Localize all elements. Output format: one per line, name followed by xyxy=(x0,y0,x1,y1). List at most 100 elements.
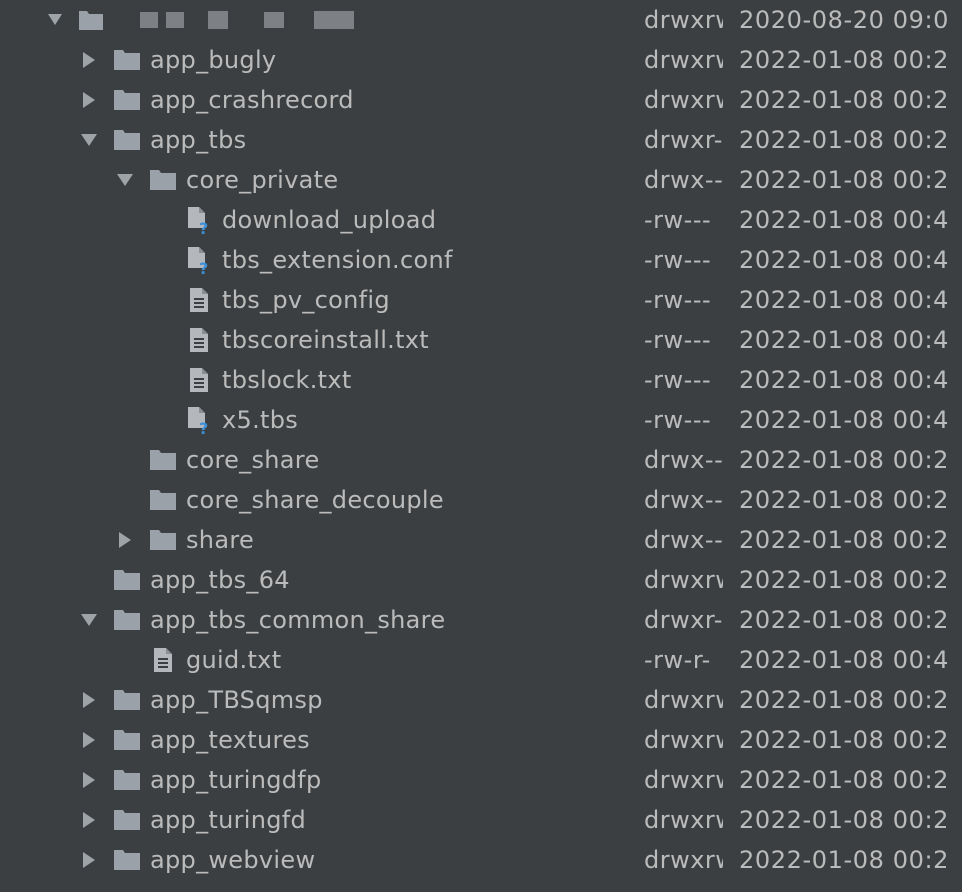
svg-text:?: ? xyxy=(199,259,208,274)
modified-date: 2022-01-08 00:2 xyxy=(739,526,949,554)
chevron-right-icon[interactable] xyxy=(80,811,98,829)
item-name: app_turingdfp xyxy=(150,766,322,794)
item-name: app_crashrecord xyxy=(150,86,354,114)
unknown-file-icon: ? xyxy=(184,406,214,434)
permissions: drwxrw xyxy=(644,686,723,714)
folder-icon xyxy=(148,526,178,554)
tree-row[interactable]: app_tbs_common_share drwxr- 2022-01-08 00:… xyxy=(0,600,962,640)
tree-row-root[interactable]: drwxrw 2020-08-20 09:0 xyxy=(0,0,962,40)
item-name: app_TBSqmsp xyxy=(150,686,323,714)
item-name: download_upload xyxy=(222,206,437,234)
folder-icon xyxy=(112,566,142,594)
modified-date: 2022-01-08 00:2 xyxy=(739,166,949,194)
chevron-right-icon[interactable] xyxy=(80,691,98,709)
tree-row[interactable]: ? tbs_extension.conf -rw--- 2022-01-08 00:4 xyxy=(0,240,962,280)
tree-row[interactable]: app_webview drwxrw 2022-01-08 00:2 xyxy=(0,840,962,880)
modified-date: 2022-01-08 00:2 xyxy=(739,766,949,794)
tree-row[interactable]: guid.txt -rw-r- 2022-01-08 00:4 xyxy=(0,640,962,680)
folder-icon xyxy=(112,686,142,714)
item-name: tbslock.txt xyxy=(222,366,352,394)
modified-date: 2022-01-08 00:4 xyxy=(739,646,949,674)
folder-icon xyxy=(112,806,142,834)
item-name: core_share_decouple xyxy=(186,486,444,514)
modified-date: 2022-01-08 00:2 xyxy=(739,726,949,754)
tree-row[interactable]: app_turingfd drwxrw 2022-01-08 00:2 xyxy=(0,800,962,840)
permissions: -rw--- xyxy=(644,406,712,434)
chevron-down-icon[interactable] xyxy=(80,611,98,629)
modified-date: 2022-01-08 00:4 xyxy=(739,366,949,394)
tree-row[interactable]: tbslock.txt -rw--- 2022-01-08 00:4 xyxy=(0,360,962,400)
chevron-down-icon[interactable] xyxy=(46,11,64,29)
permissions: drwxrw xyxy=(644,766,723,794)
modified-date: 2022-01-08 00:2 xyxy=(739,846,949,874)
tree-row[interactable]: app_TBSqmsp drwxrw 2022-01-08 00:2 xyxy=(0,680,962,720)
modified-date: 2022-01-08 00:4 xyxy=(739,246,949,274)
permissions: drwxrw xyxy=(644,846,723,874)
tree-row[interactable]: core_share_decouple drwx-- 2022-01-08 00:2 xyxy=(0,480,962,520)
modified-date: 2022-01-08 00:2 xyxy=(739,86,949,114)
chevron-down-icon[interactable] xyxy=(80,131,98,149)
modified-date: 2022-01-08 00:2 xyxy=(739,606,949,634)
permissions: -rw--- xyxy=(644,246,712,274)
tree-row[interactable]: core_share drwx-- 2022-01-08 00:2 xyxy=(0,440,962,480)
tree-row[interactable]: tbscoreinstall.txt -rw--- 2022-01-08 00:4 xyxy=(0,320,962,360)
chevron-right-icon[interactable] xyxy=(116,531,134,549)
tree-row[interactable]: app_tbs_64 drwxrw 2022-01-08 00:2 xyxy=(0,560,962,600)
folder-icon xyxy=(112,726,142,754)
modified-date: 2022-01-08 00:2 xyxy=(739,566,949,594)
unknown-file-icon: ? xyxy=(184,246,214,274)
item-name: app_tbs_common_share xyxy=(150,606,446,634)
text-file-icon xyxy=(184,286,214,314)
tree-row[interactable]: ? download_upload -rw--- 2022-01-08 00:4 xyxy=(0,200,962,240)
item-name: app_turingfd xyxy=(150,806,307,834)
tree-row[interactable]: tbs_pv_config -rw--- 2022-01-08 00:4 xyxy=(0,280,962,320)
folder-icon xyxy=(112,46,142,74)
permissions: drwxrw xyxy=(644,806,723,834)
tree-row[interactable]: app_bugly drwxrw 2022-01-08 00:2 xyxy=(0,40,962,80)
permissions: -rw--- xyxy=(644,326,712,354)
tree-row[interactable]: app_textures drwxrw 2022-01-08 00:2 xyxy=(0,720,962,760)
permissions: drwx-- xyxy=(644,166,723,194)
modified-date: 2020-08-20 09:0 xyxy=(739,6,949,34)
chevron-down-icon[interactable] xyxy=(116,171,134,189)
modified-date: 2022-01-08 00:2 xyxy=(739,806,949,834)
permissions: drwxrw xyxy=(644,6,723,34)
item-name: x5.tbs xyxy=(222,406,299,434)
permissions: drwxr- xyxy=(644,606,723,634)
permissions: drwx-- xyxy=(644,526,723,554)
folder-icon xyxy=(112,846,142,874)
chevron-right-icon[interactable] xyxy=(80,771,98,789)
file-tree: drwxrw 2020-08-20 09:0 app_buglydrwxrw20… xyxy=(0,0,962,880)
permissions: drwxrw xyxy=(644,46,723,74)
item-name: app_webview xyxy=(150,846,316,874)
item-name: app_tbs xyxy=(150,126,247,154)
permissions: drwx-- xyxy=(644,486,723,514)
tree-row[interactable]: app_turingdfp drwxrw 2022-01-08 00:2 xyxy=(0,760,962,800)
chevron-right-icon[interactable] xyxy=(80,91,98,109)
permissions: drwxr- xyxy=(644,126,723,154)
unknown-file-icon: ? xyxy=(184,206,214,234)
tree-row[interactable]: ? x5.tbs -rw--- 2022-01-08 00:4 xyxy=(0,400,962,440)
folder-icon xyxy=(148,446,178,474)
tree-row[interactable]: app_crashrecord drwxrw 2022-01-08 00:2 xyxy=(0,80,962,120)
svg-text:?: ? xyxy=(199,419,208,434)
permissions: drwxrw xyxy=(644,566,723,594)
permissions: drwxrw xyxy=(644,86,723,114)
tree-row[interactable]: share drwx-- 2022-01-08 00:2 xyxy=(0,520,962,560)
folder-icon xyxy=(148,166,178,194)
folder-icon xyxy=(112,766,142,794)
permissions: drwx-- xyxy=(644,446,723,474)
chevron-right-icon[interactable] xyxy=(80,51,98,69)
modified-date: 2022-01-08 00:2 xyxy=(739,46,949,74)
tree-row[interactable]: app_tbs drwxr- 2022-01-08 00:2 xyxy=(0,120,962,160)
tree-row[interactable]: core_private drwx-- 2022-01-08 00:2 xyxy=(0,160,962,200)
item-name: tbs_pv_config xyxy=(222,286,390,314)
permissions: -rw-r- xyxy=(644,646,711,674)
item-name: tbs_extension.conf xyxy=(222,246,453,274)
permissions: -rw--- xyxy=(644,286,712,314)
modified-date: 2022-01-08 00:4 xyxy=(739,286,949,314)
chevron-right-icon[interactable] xyxy=(80,851,98,869)
modified-date: 2022-01-08 00:2 xyxy=(739,686,949,714)
svg-text:?: ? xyxy=(199,219,208,234)
chevron-right-icon[interactable] xyxy=(80,731,98,749)
